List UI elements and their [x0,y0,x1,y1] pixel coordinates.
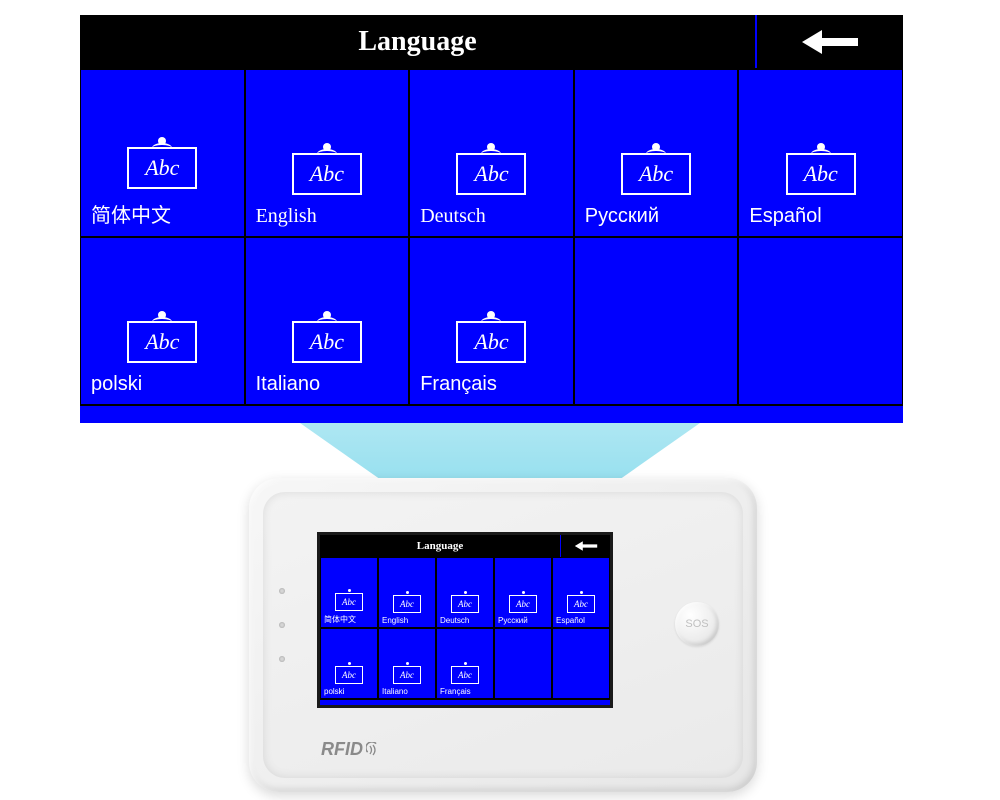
language-option-spanish[interactable]: Abc Español [552,557,610,628]
language-option-chinese[interactable]: Abc 简体中文 [80,69,245,237]
back-arrow-icon [574,539,598,553]
language-option-chinese[interactable]: Abc 简体中文 [320,557,378,628]
language-option-english[interactable]: Abc English [378,557,436,628]
back-arrow-icon [800,26,860,58]
sos-button[interactable]: SOS [675,602,719,646]
language-option-italian[interactable]: Abc Italiano [245,237,410,405]
language-icon: Abc [292,143,362,195]
language-icon: Abc [335,593,363,611]
language-option-spanish[interactable]: Abc Español [738,69,903,237]
language-icon: Abc [509,595,537,613]
language-icon: Abc [786,143,856,195]
language-option-polish[interactable]: Abc polski [320,628,378,699]
language-label: Русский [575,205,659,228]
status-led [279,588,285,594]
language-option-german[interactable]: Abc Deutsch [409,69,574,237]
language-label: Русский [495,616,528,625]
language-label: Italiano [246,373,321,396]
screen-footer-bar [80,405,903,423]
back-button[interactable] [755,15,903,68]
language-icon: Abc [456,311,526,363]
language-option-empty [738,237,903,405]
rfid-text: RFID [321,739,363,760]
language-grid: Abc 简体中文 Abc English Abc Deutsch Abc Рус… [80,69,903,405]
language-icon: Abc [127,137,197,189]
language-option-french[interactable]: Abc Français [436,628,494,699]
device-touchscreen[interactable]: Language Abc 简体中文 Abc English Abc [317,532,613,708]
status-led [279,656,285,662]
language-option-english[interactable]: Abc English [245,69,410,237]
header-bar: Language [320,535,610,557]
page-title: Language [80,15,755,68]
back-button[interactable] [560,535,610,557]
language-icon: Abc [567,595,595,613]
language-label: Français [437,687,471,696]
language-screen-enlarged: Language Abc 简体中文 Abc English Abc [80,15,903,423]
language-option-french[interactable]: Abc Français [409,237,574,405]
language-option-russian[interactable]: Abc Русский [494,557,552,628]
rfid-label: RFID [321,739,382,760]
language-icon: Abc [127,311,197,363]
language-label: English [246,205,317,228]
language-option-empty [574,237,739,405]
language-label: polski [321,687,344,696]
language-option-russian[interactable]: Abc Русский [574,69,739,237]
language-icon: Abc [393,595,421,613]
language-option-german[interactable]: Abc Deutsch [436,557,494,628]
language-icon: Abc [621,143,691,195]
status-led [279,622,285,628]
header-bar: Language [80,15,903,69]
language-label: Deutsch [410,205,486,228]
language-icon: Abc [456,143,526,195]
language-option-empty [552,628,610,699]
language-icon: Abc [335,666,363,684]
language-label: Français [410,373,497,396]
screen-footer-bar [320,699,610,705]
language-label: 简体中文 [321,614,356,625]
language-icon: Abc [451,595,479,613]
language-option-polish[interactable]: Abc polski [80,237,245,405]
language-label: English [379,616,408,625]
language-label: Deutsch [437,616,469,625]
language-label: Italiano [379,687,408,696]
language-option-empty [494,628,552,699]
language-label: polski [81,373,142,396]
language-icon: Abc [393,666,421,684]
language-option-italian[interactable]: Abc Italiano [378,628,436,699]
language-icon: Abc [292,311,362,363]
language-icon: Abc [451,666,479,684]
alarm-panel-device: Language Abc 简体中文 Abc English Abc [249,478,757,792]
language-label: Español [739,205,821,228]
page-title: Language [320,535,560,557]
rfid-wave-icon [366,742,382,758]
language-grid: Abc 简体中文 Abc English Abc Deutsch Abc Рус… [320,557,610,699]
language-label: 简体中文 [81,199,171,228]
language-label: Español [553,616,585,625]
